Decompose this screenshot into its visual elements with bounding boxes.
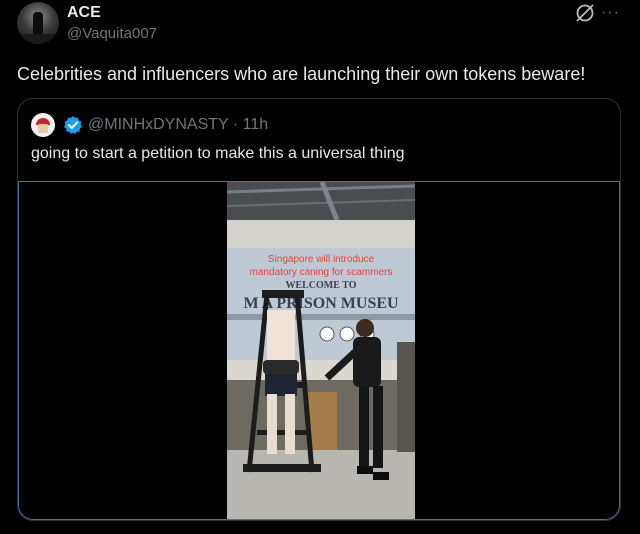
more-options-icon[interactable]: ···: [601, 4, 620, 22]
tweet-text: Celebrities and influencers who are laun…: [17, 64, 586, 84]
quoted-tweet-text: going to start a petition to make this a…: [31, 145, 405, 162]
author-handle[interactable]: @Vaquita007: [67, 25, 157, 42]
quoted-handle-time[interactable]: @MINHxDYNASTY · 11h: [88, 116, 268, 134]
sign-welcome-text: WELCOME TO: [285, 280, 356, 291]
video-frame[interactable]: Singapore will introduce mandatory canin…: [227, 182, 415, 520]
quoted-tweet-card[interactable]: @MINHxDYNASTY · 11h going to start a pet…: [17, 98, 621, 521]
author-avatar[interactable]: [17, 2, 59, 44]
author-display-name[interactable]: ACE: [67, 4, 101, 22]
video-media[interactable]: Singapore will introduce mandatory canin…: [18, 181, 620, 520]
video-caption-line2: mandatory caning for scammers: [250, 267, 393, 278]
verified-badge-icon: [64, 116, 82, 134]
grok-icon[interactable]: [574, 2, 596, 24]
video-caption-line1: Singapore will introduce: [268, 254, 375, 265]
quoted-author-avatar[interactable]: [31, 113, 55, 137]
